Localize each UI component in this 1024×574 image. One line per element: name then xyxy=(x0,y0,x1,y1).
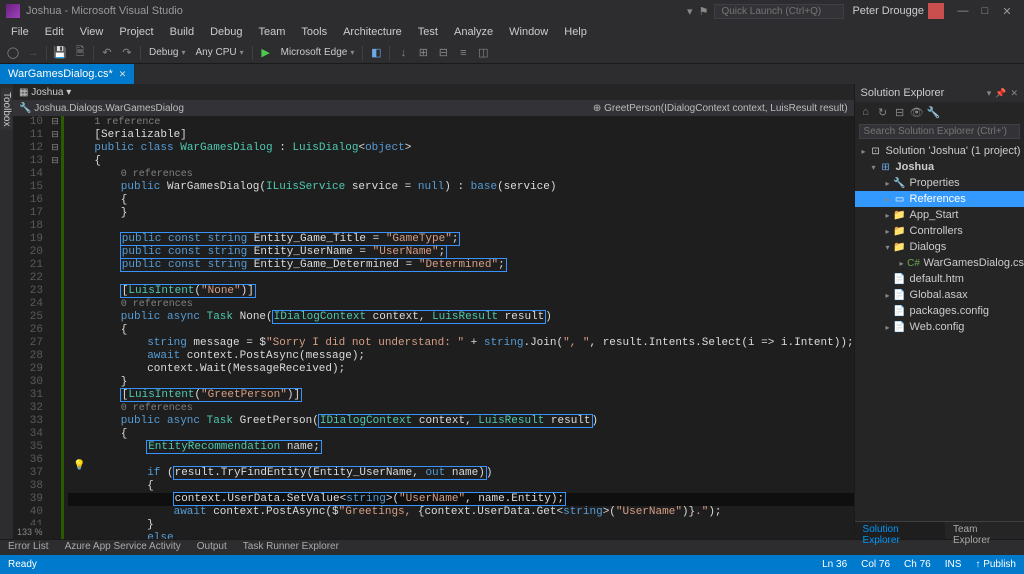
run-target[interactable]: Microsoft Edge▾ xyxy=(277,47,359,58)
fwd-icon[interactable]: → xyxy=(24,44,42,62)
status-ln: Ln 36 xyxy=(822,559,847,570)
tree-controllers: ▸📁Controllers xyxy=(855,223,1024,239)
save-icon[interactable]: 💾 xyxy=(51,44,69,62)
code-editor[interactable]: 1 reference [Serializable] public class … xyxy=(64,116,854,539)
status-ch: Ch 76 xyxy=(904,559,931,570)
menu-analyze[interactable]: Analyze xyxy=(447,24,500,40)
tb-icon-2[interactable]: ↓ xyxy=(394,44,412,62)
breadcrumb-ns[interactable]: 🔧 Joshua.Dialogs.WarGamesDialog xyxy=(19,103,184,114)
teamexp-tab[interactable]: Team Explorer xyxy=(945,522,1024,539)
tb-icon-3[interactable]: ⊞ xyxy=(414,44,432,62)
tree-properties: ▸🔧Properties xyxy=(855,175,1024,191)
menu-team[interactable]: Team xyxy=(252,24,293,40)
scope-dropdown[interactable]: ▦ Joshua ▾ xyxy=(19,87,71,98)
config-dropdown[interactable]: Debug▾ xyxy=(145,47,189,58)
tree-references: ▸▭References xyxy=(855,191,1024,207)
menu-edit[interactable]: Edit xyxy=(38,24,71,40)
window-title: Joshua - Microsoft Visual Studio xyxy=(26,5,687,17)
tab-file[interactable]: WarGamesDialog.cs* ✕ xyxy=(0,64,134,84)
home-icon[interactable]: ⌂ xyxy=(859,106,873,118)
toolbox-tab[interactable]: Toolbox xyxy=(1,88,12,130)
platform-dropdown[interactable]: Any CPU▾ xyxy=(191,47,247,58)
min-button[interactable]: — xyxy=(952,5,974,18)
tree-solution: ▸⊡Solution 'Joshua' (1 project) xyxy=(855,143,1024,159)
errorlist-tab[interactable]: Error List xyxy=(0,540,57,555)
menu-build[interactable]: Build xyxy=(163,24,201,40)
tree-default: 📄default.htm xyxy=(855,271,1024,287)
tree-dialogfile: ▸C#WarGamesDialog.cs xyxy=(855,255,1024,271)
unpin-icon[interactable]: 📌 xyxy=(995,88,1006,99)
solution-title: Solution Explorer xyxy=(861,87,945,99)
tb-icon-6[interactable]: ◫ xyxy=(474,44,492,62)
lightbulb-icon[interactable]: 💡 xyxy=(73,460,85,471)
menu-arch[interactable]: Architecture xyxy=(336,24,409,40)
saveall-icon[interactable]: 🗎 xyxy=(71,44,89,62)
output-tab[interactable]: Output xyxy=(189,540,235,555)
pin-icon[interactable]: ▾ xyxy=(987,88,992,99)
status-publish[interactable]: ↑ Publish xyxy=(975,559,1016,570)
fold-gutter[interactable]: ⊟ ⊟ ⊟ ⊟ xyxy=(49,116,61,539)
tree-dialogs: ▾📁Dialogs xyxy=(855,239,1024,255)
close-button[interactable]: ✕ xyxy=(996,5,1018,18)
avatar[interactable] xyxy=(928,3,944,19)
line-gutter: 10 11 12 13 14 15 16 17 18 19 20 21 22 2… xyxy=(13,116,49,539)
undo-icon[interactable]: ↶ xyxy=(98,44,116,62)
tab-close-icon[interactable]: ✕ xyxy=(119,69,127,80)
flag-icon[interactable]: ⚑ xyxy=(699,5,709,18)
tb-icon-5[interactable]: ≡ xyxy=(454,44,472,62)
tree-webconfig: ▸📄Web.config xyxy=(855,319,1024,335)
breadcrumb-member[interactable]: ⊕ GreetPerson(IDialogContext context, Lu… xyxy=(593,103,848,114)
vs-logo-icon xyxy=(6,4,20,18)
back-icon[interactable]: ◯ xyxy=(4,44,22,62)
tree-packages: 📄packages.config xyxy=(855,303,1024,319)
status-ins: INS xyxy=(945,559,962,570)
props-icon[interactable]: 🔧 xyxy=(927,106,941,119)
tree-project: ▾⊞Joshua xyxy=(855,159,1024,175)
tab-label: WarGamesDialog.cs* xyxy=(8,68,113,80)
azure-tab[interactable]: Azure App Service Activity xyxy=(57,540,189,555)
zoom-level[interactable]: 133 % xyxy=(13,525,47,539)
quick-launch-input[interactable] xyxy=(714,4,844,19)
tree-global: ▸📄Global.asax xyxy=(855,287,1024,303)
status-col: Col 76 xyxy=(861,559,890,570)
solution-search-input[interactable] xyxy=(859,124,1020,139)
notify-icon[interactable]: ▾ xyxy=(687,5,693,18)
showall-icon[interactable]: 👁 xyxy=(910,106,924,119)
menu-tools[interactable]: Tools xyxy=(294,24,334,40)
tb-icon-1[interactable]: ◧ xyxy=(367,44,385,62)
menu-test[interactable]: Test xyxy=(411,24,445,40)
menubar: File Edit View Project Build Debug Team … xyxy=(0,22,1024,42)
solution-tree[interactable]: ▸⊡Solution 'Joshua' (1 project) ▾⊞Joshua… xyxy=(855,141,1024,521)
menu-file[interactable]: File xyxy=(4,24,36,40)
tree-appstart: ▸📁App_Start xyxy=(855,207,1024,223)
refresh-icon[interactable]: ↻ xyxy=(876,106,890,119)
menu-project[interactable]: Project xyxy=(112,24,160,40)
collapse-icon[interactable]: ⊟ xyxy=(893,106,907,119)
user-name[interactable]: Peter Drougge xyxy=(852,5,924,17)
status-ready: Ready xyxy=(8,559,37,570)
solexp-tab[interactable]: Solution Explorer xyxy=(855,522,945,539)
menu-help[interactable]: Help xyxy=(557,24,594,40)
redo-icon[interactable]: ↷ xyxy=(118,44,136,62)
menu-debug[interactable]: Debug xyxy=(203,24,249,40)
tb-icon-4[interactable]: ⊟ xyxy=(434,44,452,62)
taskrunner-tab[interactable]: Task Runner Explorer xyxy=(235,540,347,555)
max-button[interactable]: □ xyxy=(974,5,996,18)
menu-view[interactable]: View xyxy=(73,24,111,40)
run-button[interactable]: ▶ xyxy=(257,44,275,62)
close-panel-icon[interactable]: ✕ xyxy=(1010,88,1018,99)
menu-window[interactable]: Window xyxy=(502,24,555,40)
